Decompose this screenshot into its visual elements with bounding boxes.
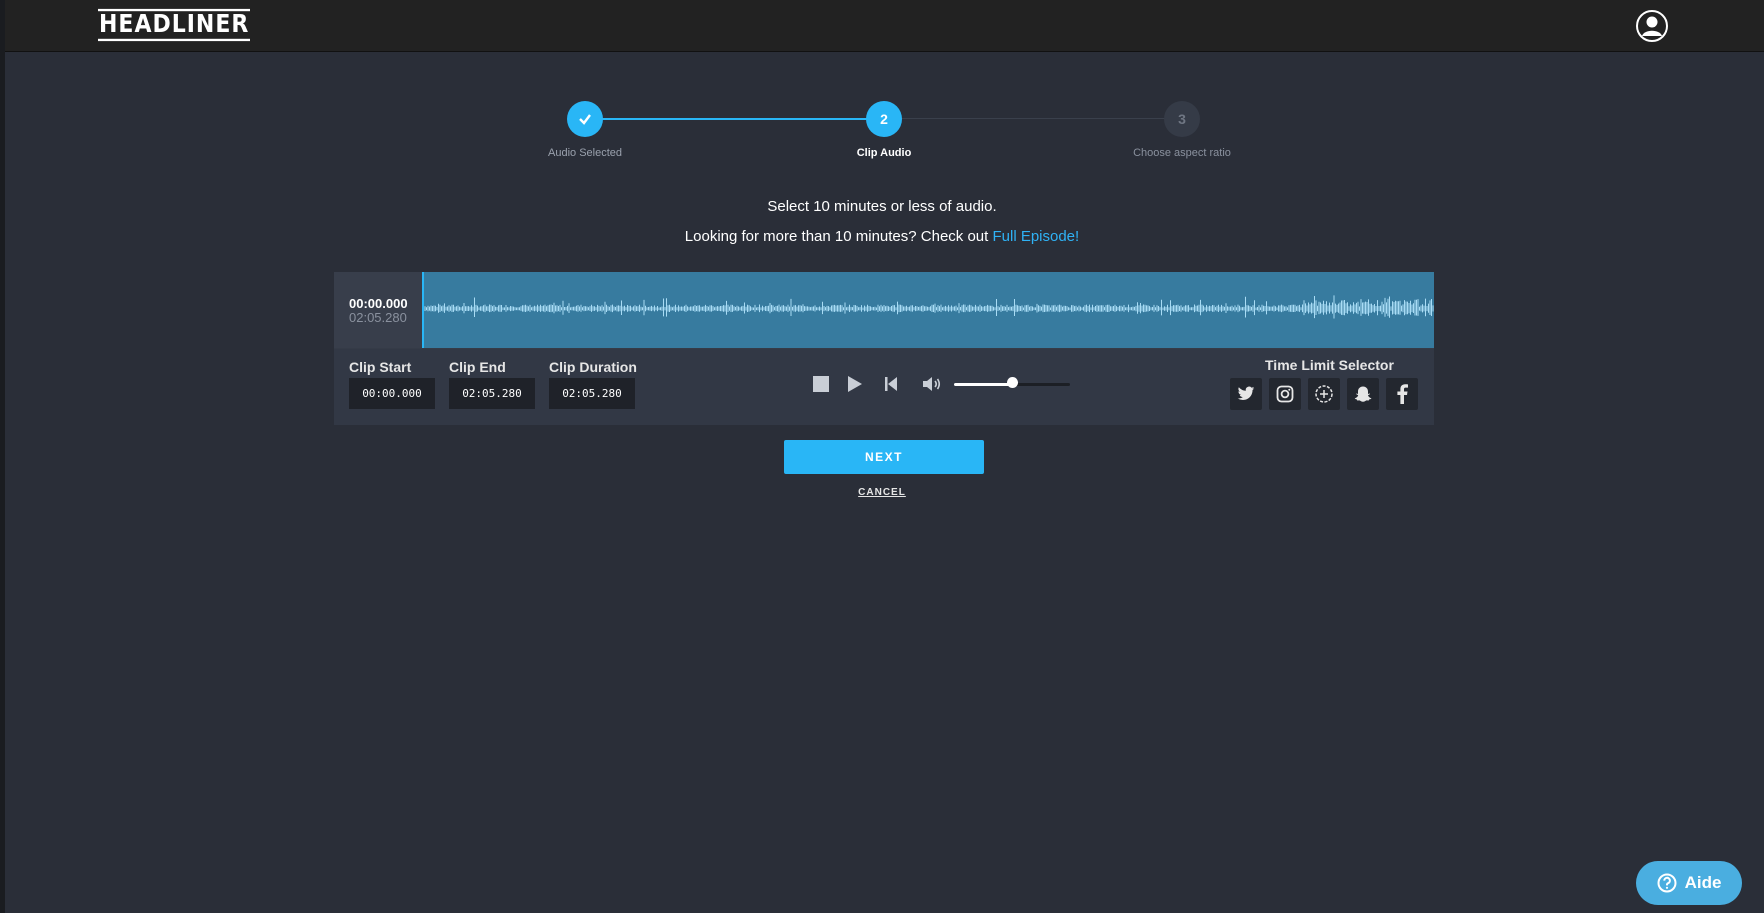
step-3-label: Choose aspect ratio <box>1133 147 1231 159</box>
volume-icon[interactable] <box>922 373 942 395</box>
stop-icon[interactable] <box>813 373 829 395</box>
twitter-icon <box>1237 386 1255 401</box>
playhead[interactable] <box>422 272 424 348</box>
instruction-text: Select 10 minutes or less of audio. <box>767 198 997 215</box>
help-button[interactable]: Aide <box>1636 861 1742 905</box>
full-episode-link[interactable]: Full Episode! <box>992 228 1079 245</box>
custom-limit-button[interactable] <box>1308 378 1340 410</box>
help-label: Aide <box>1684 873 1722 892</box>
waveform-path <box>421 295 1434 319</box>
step-2-circle: 2 <box>866 101 902 137</box>
clip-start-label: Clip Start <box>349 359 412 375</box>
skip-to-start-icon[interactable] <box>884 373 898 395</box>
waveform[interactable] <box>421 272 1434 348</box>
time-limit-label: Time Limit Selector <box>1265 357 1394 373</box>
snapchat-limit-button[interactable] <box>1347 378 1379 410</box>
volume-slider-handle[interactable] <box>1006 377 1018 388</box>
full-episode-prompt: Looking for more than 10 minutes? Check … <box>0 228 1764 245</box>
instagram-icon <box>1276 385 1294 403</box>
clip-end-label: Clip End <box>449 359 506 375</box>
stepper-line-complete <box>585 118 883 120</box>
check-icon <box>579 114 591 125</box>
stepper-line-pending <box>883 118 1182 119</box>
step-1-circle <box>567 101 603 137</box>
time-display: 00:00.000 02:05.280 <box>334 272 422 348</box>
total-time: 02:05.280 <box>349 310 407 325</box>
snapchat-icon <box>1354 386 1372 402</box>
user-avatar-icon[interactable] <box>1635 9 1669 43</box>
left-edge <box>0 0 5 913</box>
waveform-graphic <box>421 295 1434 319</box>
clip-duration-input[interactable]: 02:05.280 <box>549 378 635 409</box>
top-bar: HEADLINER <box>5 0 1764 52</box>
play-icon[interactable] <box>847 373 863 395</box>
instagram-limit-button[interactable] <box>1269 378 1301 410</box>
custom-icon <box>1315 385 1333 403</box>
clip-duration-label: Clip Duration <box>549 359 637 375</box>
next-button[interactable]: NEXT <box>784 440 984 474</box>
volume-slider-fill <box>954 383 1012 386</box>
clip-end-input[interactable]: 02:05.280 <box>449 378 535 409</box>
full-episode-prompt-text: Looking for more than 10 minutes? Check … <box>684 228 993 245</box>
twitter-limit-button[interactable] <box>1230 378 1262 410</box>
headliner-logo[interactable]: HEADLINER <box>98 8 251 42</box>
step-2-label: Clip Audio <box>856 147 912 159</box>
clip-start-input[interactable]: 00:00.000 <box>349 378 435 409</box>
facebook-icon <box>1397 384 1408 404</box>
step-3-circle: 3 <box>1164 101 1200 137</box>
help-icon <box>1657 873 1677 893</box>
facebook-limit-button[interactable] <box>1386 378 1418 410</box>
step-1-label: Audio Selected <box>548 147 622 159</box>
current-time: 00:00.000 <box>349 296 408 311</box>
cancel-link[interactable]: CANCEL <box>0 487 1764 498</box>
